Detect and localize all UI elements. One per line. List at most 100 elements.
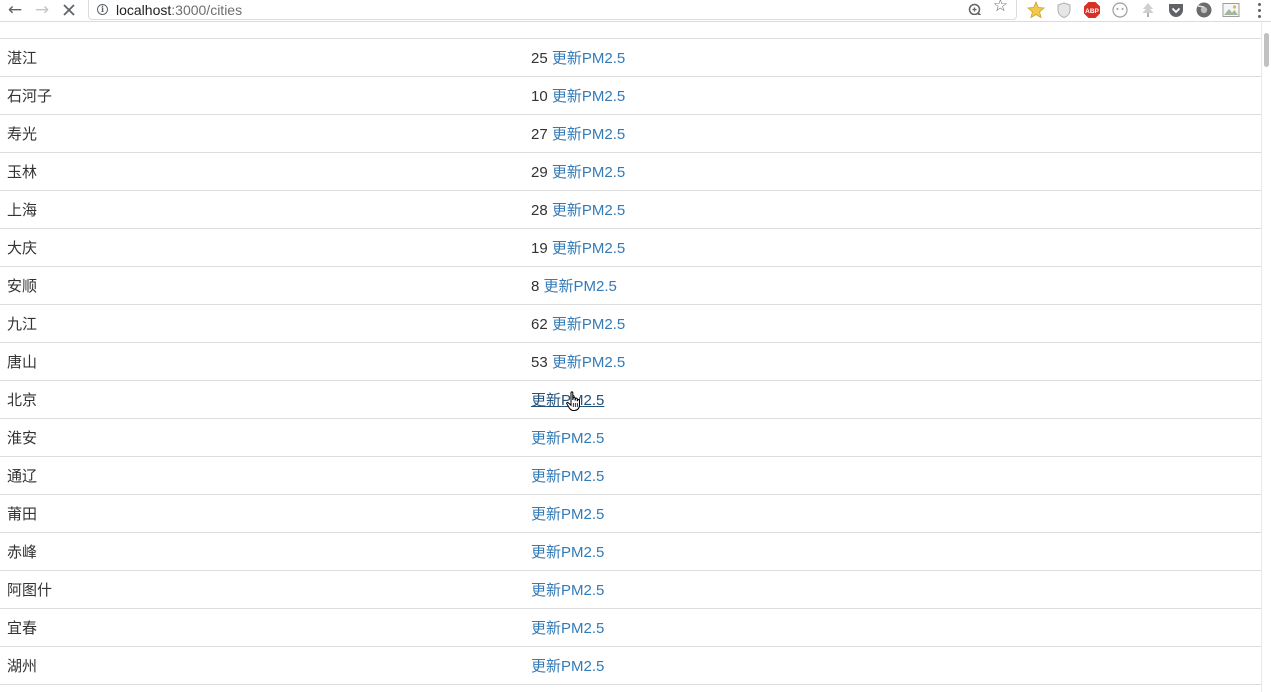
tree-extension-icon[interactable]	[1139, 1, 1157, 19]
update-pm25-link[interactable]: 更新PM2.5	[531, 620, 604, 637]
url-text: localhost:3000/cities	[116, 2, 242, 18]
pm-cell: 更新PM2.5	[531, 570, 1261, 609]
pm25-value: 53	[531, 354, 548, 371]
table-row: 赤峰 更新PM2.5	[0, 532, 1261, 571]
update-pm25-link[interactable]: 更新PM2.5	[552, 316, 625, 333]
update-pm25-link[interactable]: 更新PM2.5	[552, 354, 625, 371]
update-pm25-link[interactable]: 更新PM2.5	[544, 278, 617, 295]
page-viewport: 湛江 25 更新PM2.5 石河子 10 更新PM2.5 寿光 27 更新PM2.5 玉林 2…	[0, 22, 1261, 692]
hand-pointer-cursor-icon	[566, 391, 580, 411]
update-pm25-link[interactable]: 更新PM2.5	[552, 164, 625, 181]
pm-cell: 更新PM2.5	[531, 532, 1261, 571]
city-name: 赤峰	[0, 532, 531, 571]
update-pm25-link[interactable]: 更新PM2.5	[552, 126, 625, 143]
face-extension-icon[interactable]	[1111, 1, 1129, 19]
update-pm25-link[interactable]: 更新PM2.5	[531, 658, 604, 675]
table-row: 寿光 27 更新PM2.5	[0, 114, 1261, 153]
pm-cell: 更新PM2.5	[531, 456, 1261, 495]
city-name: 上海	[0, 190, 531, 229]
pm-cell: 更新PM2.5	[531, 494, 1261, 533]
pm-cell: 8 更新PM2.5	[531, 266, 1261, 305]
update-pm25-link[interactable]: 更新PM2.5	[531, 430, 604, 447]
site-info-icon[interactable]: i	[97, 4, 108, 15]
city-name: 石河子	[0, 76, 531, 115]
pm-cell: 29 更新PM2.5	[531, 152, 1261, 191]
pm-cell: 28 更新PM2.5	[531, 190, 1261, 229]
star-extension-icon[interactable]	[1027, 1, 1045, 19]
page-scrollbar[interactable]	[1261, 22, 1271, 692]
forward-arrow-icon[interactable]: →	[32, 0, 52, 20]
city-name: 北京	[0, 380, 531, 419]
city-name: 安顺	[0, 266, 531, 305]
update-pm25-link[interactable]: 更新PM2.5	[552, 202, 625, 219]
table-row: 湛江 25 更新PM2.5	[0, 39, 1261, 77]
table-row: 大庆 19 更新PM2.5	[0, 228, 1261, 267]
cities-table: 湛江 25 更新PM2.5 石河子 10 更新PM2.5 寿光 27 更新PM2.5 玉林 2…	[0, 39, 1261, 685]
update-pm25-link[interactable]: 更新PM2.5	[531, 468, 604, 485]
pm25-value: 62	[531, 316, 548, 333]
pm-cell: 53 更新PM2.5	[531, 342, 1261, 381]
update-pm25-link[interactable]: 更新PM2.5	[531, 544, 604, 561]
pm-cell: 10 更新PM2.5	[531, 76, 1261, 115]
table-row: 上海 28 更新PM2.5	[0, 190, 1261, 229]
table-row: 阿图什 更新PM2.5	[0, 570, 1261, 609]
update-pm25-link[interactable]: 更新PM2.5	[552, 88, 625, 105]
pm-cell: 更新PM2.5	[531, 418, 1261, 457]
pm25-value: 27	[531, 126, 548, 143]
table-row: 玉林 29 更新PM2.5	[0, 152, 1261, 191]
table-row: 湖州 更新PM2.5	[0, 646, 1261, 685]
image-extension-icon[interactable]	[1222, 1, 1240, 19]
pm-cell: 62 更新PM2.5	[531, 304, 1261, 343]
table-row: 北京 更新PM2.5	[0, 380, 1261, 419]
table-row: 通辽 更新PM2.5	[0, 456, 1261, 495]
table-row: 莆田 更新PM2.5	[0, 494, 1261, 533]
url-path: :3000/cities	[171, 2, 243, 18]
city-name: 通辽	[0, 456, 531, 495]
city-name: 玉林	[0, 152, 531, 191]
browser-toolbar: ← → i localhost:3000/cities ☆ ABP	[0, 0, 1271, 22]
city-name: 寿光	[0, 114, 531, 153]
zoom-icon[interactable]	[968, 0, 984, 15]
scrollbar-thumb[interactable]	[1264, 33, 1269, 67]
pm25-value: 25	[531, 50, 548, 67]
stop-loading-icon[interactable]	[59, 0, 79, 20]
table-row: 淮安 更新PM2.5	[0, 418, 1261, 457]
update-pm25-link[interactable]: 更新PM2.5	[552, 50, 625, 67]
city-name: 九江	[0, 304, 531, 343]
pm25-value: 10	[531, 88, 548, 105]
city-name: 阿图什	[0, 570, 531, 609]
pm-cell: 27 更新PM2.5	[531, 114, 1261, 153]
table-row: 宜春 更新PM2.5	[0, 608, 1261, 647]
table-row: 唐山 53 更新PM2.5	[0, 342, 1261, 381]
city-name: 莆田	[0, 494, 531, 533]
city-name: 宜春	[0, 608, 531, 647]
url-host: localhost	[116, 2, 172, 18]
city-name: 淮安	[0, 418, 531, 457]
bookmark-star-icon[interactable]: ☆	[993, 0, 1008, 16]
city-name: 唐山	[0, 342, 531, 381]
adblock-icon[interactable]: ABP	[1083, 1, 1101, 19]
svg-text:ABP: ABP	[1085, 8, 1099, 15]
cities-table-body: 湛江 25 更新PM2.5 石河子 10 更新PM2.5 寿光 27 更新PM2.5 玉林 2…	[0, 39, 1261, 685]
update-pm25-link[interactable]: 更新PM2.5	[531, 582, 604, 599]
update-pm25-link[interactable]: 更新PM2.5	[531, 506, 604, 523]
pm-cell: 25 更新PM2.5	[531, 39, 1261, 77]
pm-cell: 更新PM2.5	[531, 608, 1261, 647]
browser-menu-icon[interactable]	[1254, 1, 1264, 19]
pm25-value: 28	[531, 202, 548, 219]
pm25-value: 29	[531, 164, 548, 181]
city-name: 大庆	[0, 228, 531, 267]
table-row: 石河子 10 更新PM2.5	[0, 76, 1261, 115]
pm25-value: 19	[531, 240, 548, 257]
pm-cell: 更新PM2.5	[531, 380, 1261, 419]
back-arrow-icon[interactable]: ←	[5, 0, 25, 20]
update-pm25-link[interactable]: 更新PM2.5	[552, 240, 625, 257]
pocket-icon[interactable]	[1167, 1, 1185, 19]
city-name: 湛江	[0, 39, 531, 77]
table-row: 安顺 8 更新PM2.5	[0, 266, 1261, 305]
city-name: 湖州	[0, 646, 531, 685]
address-bar[interactable]: i localhost:3000/cities ☆	[88, 0, 1017, 20]
pm-cell: 19 更新PM2.5	[531, 228, 1261, 267]
shield-extension-icon[interactable]	[1055, 1, 1073, 19]
camera-extension-icon[interactable]	[1195, 1, 1213, 19]
